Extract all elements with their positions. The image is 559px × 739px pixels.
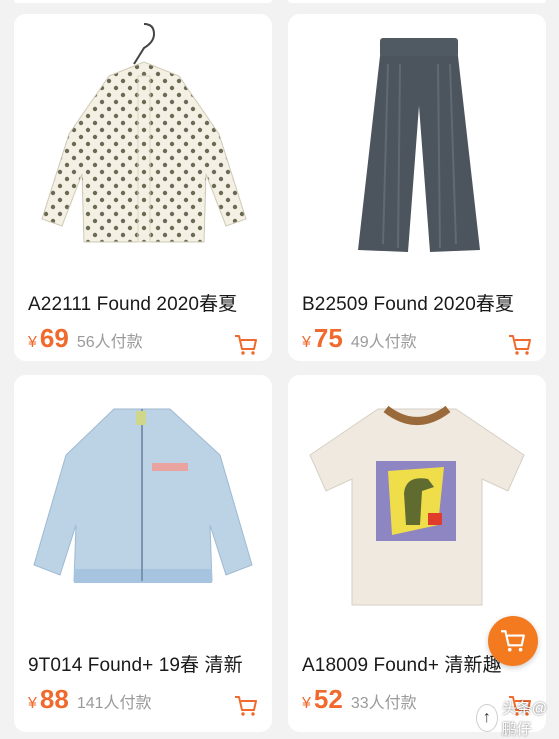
product-title[interactable]: A22111 Found 2020春夏 [28, 289, 264, 316]
price-row: ¥ 88 141人付款 [28, 684, 152, 718]
price-row: ¥ 75 49人付款 [302, 323, 417, 357]
sales-count: 56人付款 [76, 334, 143, 351]
price-row: ¥ 52 33人付款 [302, 684, 417, 718]
watermark-text: 头条@鹏仔 [501, 700, 548, 738]
product-image[interactable] [288, 14, 546, 274]
price-row: ¥ 69 56人付款 [28, 323, 143, 357]
product-image[interactable] [288, 375, 546, 635]
currency-symbol: ¥ [28, 334, 37, 351]
sales-count: 49人付款 [350, 334, 417, 351]
cart-icon[interactable] [508, 334, 532, 356]
product-image[interactable] [14, 375, 272, 635]
cart-icon[interactable] [234, 695, 258, 717]
polka-dot-blouse-image [41, 23, 247, 243]
product-price: 52 [313, 684, 343, 714]
sales-count: 141人付款 [76, 695, 152, 712]
watermark: ↑ 头条@鹏仔 [476, 700, 559, 738]
cart-icon[interactable] [234, 334, 258, 356]
cart-icon [501, 630, 525, 652]
dinosaur-tshirt-image [309, 405, 525, 606]
product-card[interactable]: 9T014 Found+ 19春 清新 ¥ 88 141人付款 [14, 375, 272, 732]
light-blue-jacket-image [33, 408, 253, 583]
currency-symbol: ¥ [302, 695, 311, 712]
product-title[interactable]: B22509 Found 2020春夏 [302, 289, 538, 316]
grey-wide-pants-image [358, 38, 480, 252]
product-title[interactable]: 9T014 Found+ 19春 清新 [28, 650, 264, 677]
scroll-top-icon[interactable]: ↑ [476, 704, 498, 732]
product-price: 88 [39, 684, 69, 714]
currency-symbol: ¥ [302, 334, 311, 351]
product-price: 69 [39, 323, 69, 353]
product-image[interactable] [14, 14, 272, 274]
product-card[interactable]: A22111 Found 2020春夏 ¥ 69 56人付款 [14, 14, 272, 361]
product-card[interactable]: A18009 Found+ 清新趣 ¥ 52 33人付款 [288, 375, 546, 732]
top-scroll-edge [0, 0, 559, 14]
floating-cart-button[interactable] [488, 616, 538, 666]
product-price: 75 [313, 323, 343, 353]
product-card[interactable]: B22509 Found 2020春夏 ¥ 75 49人付款 [288, 14, 546, 361]
sales-count: 33人付款 [350, 695, 417, 712]
currency-symbol: ¥ [28, 695, 37, 712]
